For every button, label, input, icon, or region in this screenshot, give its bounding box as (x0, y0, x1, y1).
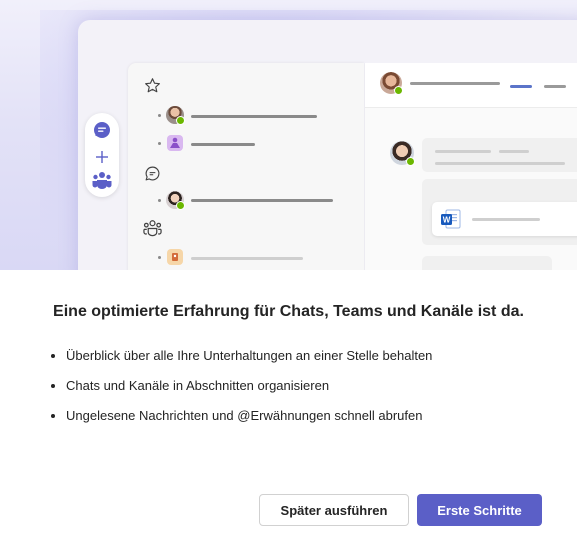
chat-icon (93, 121, 111, 144)
conversation-list-panel (128, 63, 364, 270)
avatar (380, 72, 403, 95)
svg-text:W: W (443, 216, 451, 225)
avatar (166, 191, 185, 210)
dialog-title: Eine optimierte Erfahrung für Chats, Tea… (53, 303, 524, 320)
feature-list: Überblick über alle Ihre Unterhaltungen … (46, 348, 432, 438)
get-started-button[interactable]: Erste Schritte (417, 494, 542, 526)
chat-bubble-icon (144, 165, 161, 187)
chat-header (365, 63, 577, 108)
chat-panel: W (365, 63, 577, 270)
teams-icon (92, 171, 112, 194)
plus-icon (96, 150, 108, 168)
later-button[interactable]: Später ausführen (259, 494, 409, 526)
star-icon (144, 77, 161, 99)
teams-outline-icon (143, 219, 162, 242)
file-attachment-card: W (432, 202, 577, 236)
team-tile (167, 249, 183, 265)
word-document-icon: W (440, 209, 462, 234)
team-tile (167, 135, 183, 151)
feature-item: Überblick über alle Ihre Unterhaltungen … (66, 348, 432, 363)
hero-illustration: W (0, 0, 577, 270)
avatar (166, 106, 185, 125)
feature-item: Chats und Kanäle in Abschnitten organisi… (66, 378, 432, 393)
feature-item: Ungelesene Nachrichten und @Erwähnungen … (66, 408, 432, 423)
app-rail (85, 113, 119, 197)
avatar (390, 141, 415, 166)
